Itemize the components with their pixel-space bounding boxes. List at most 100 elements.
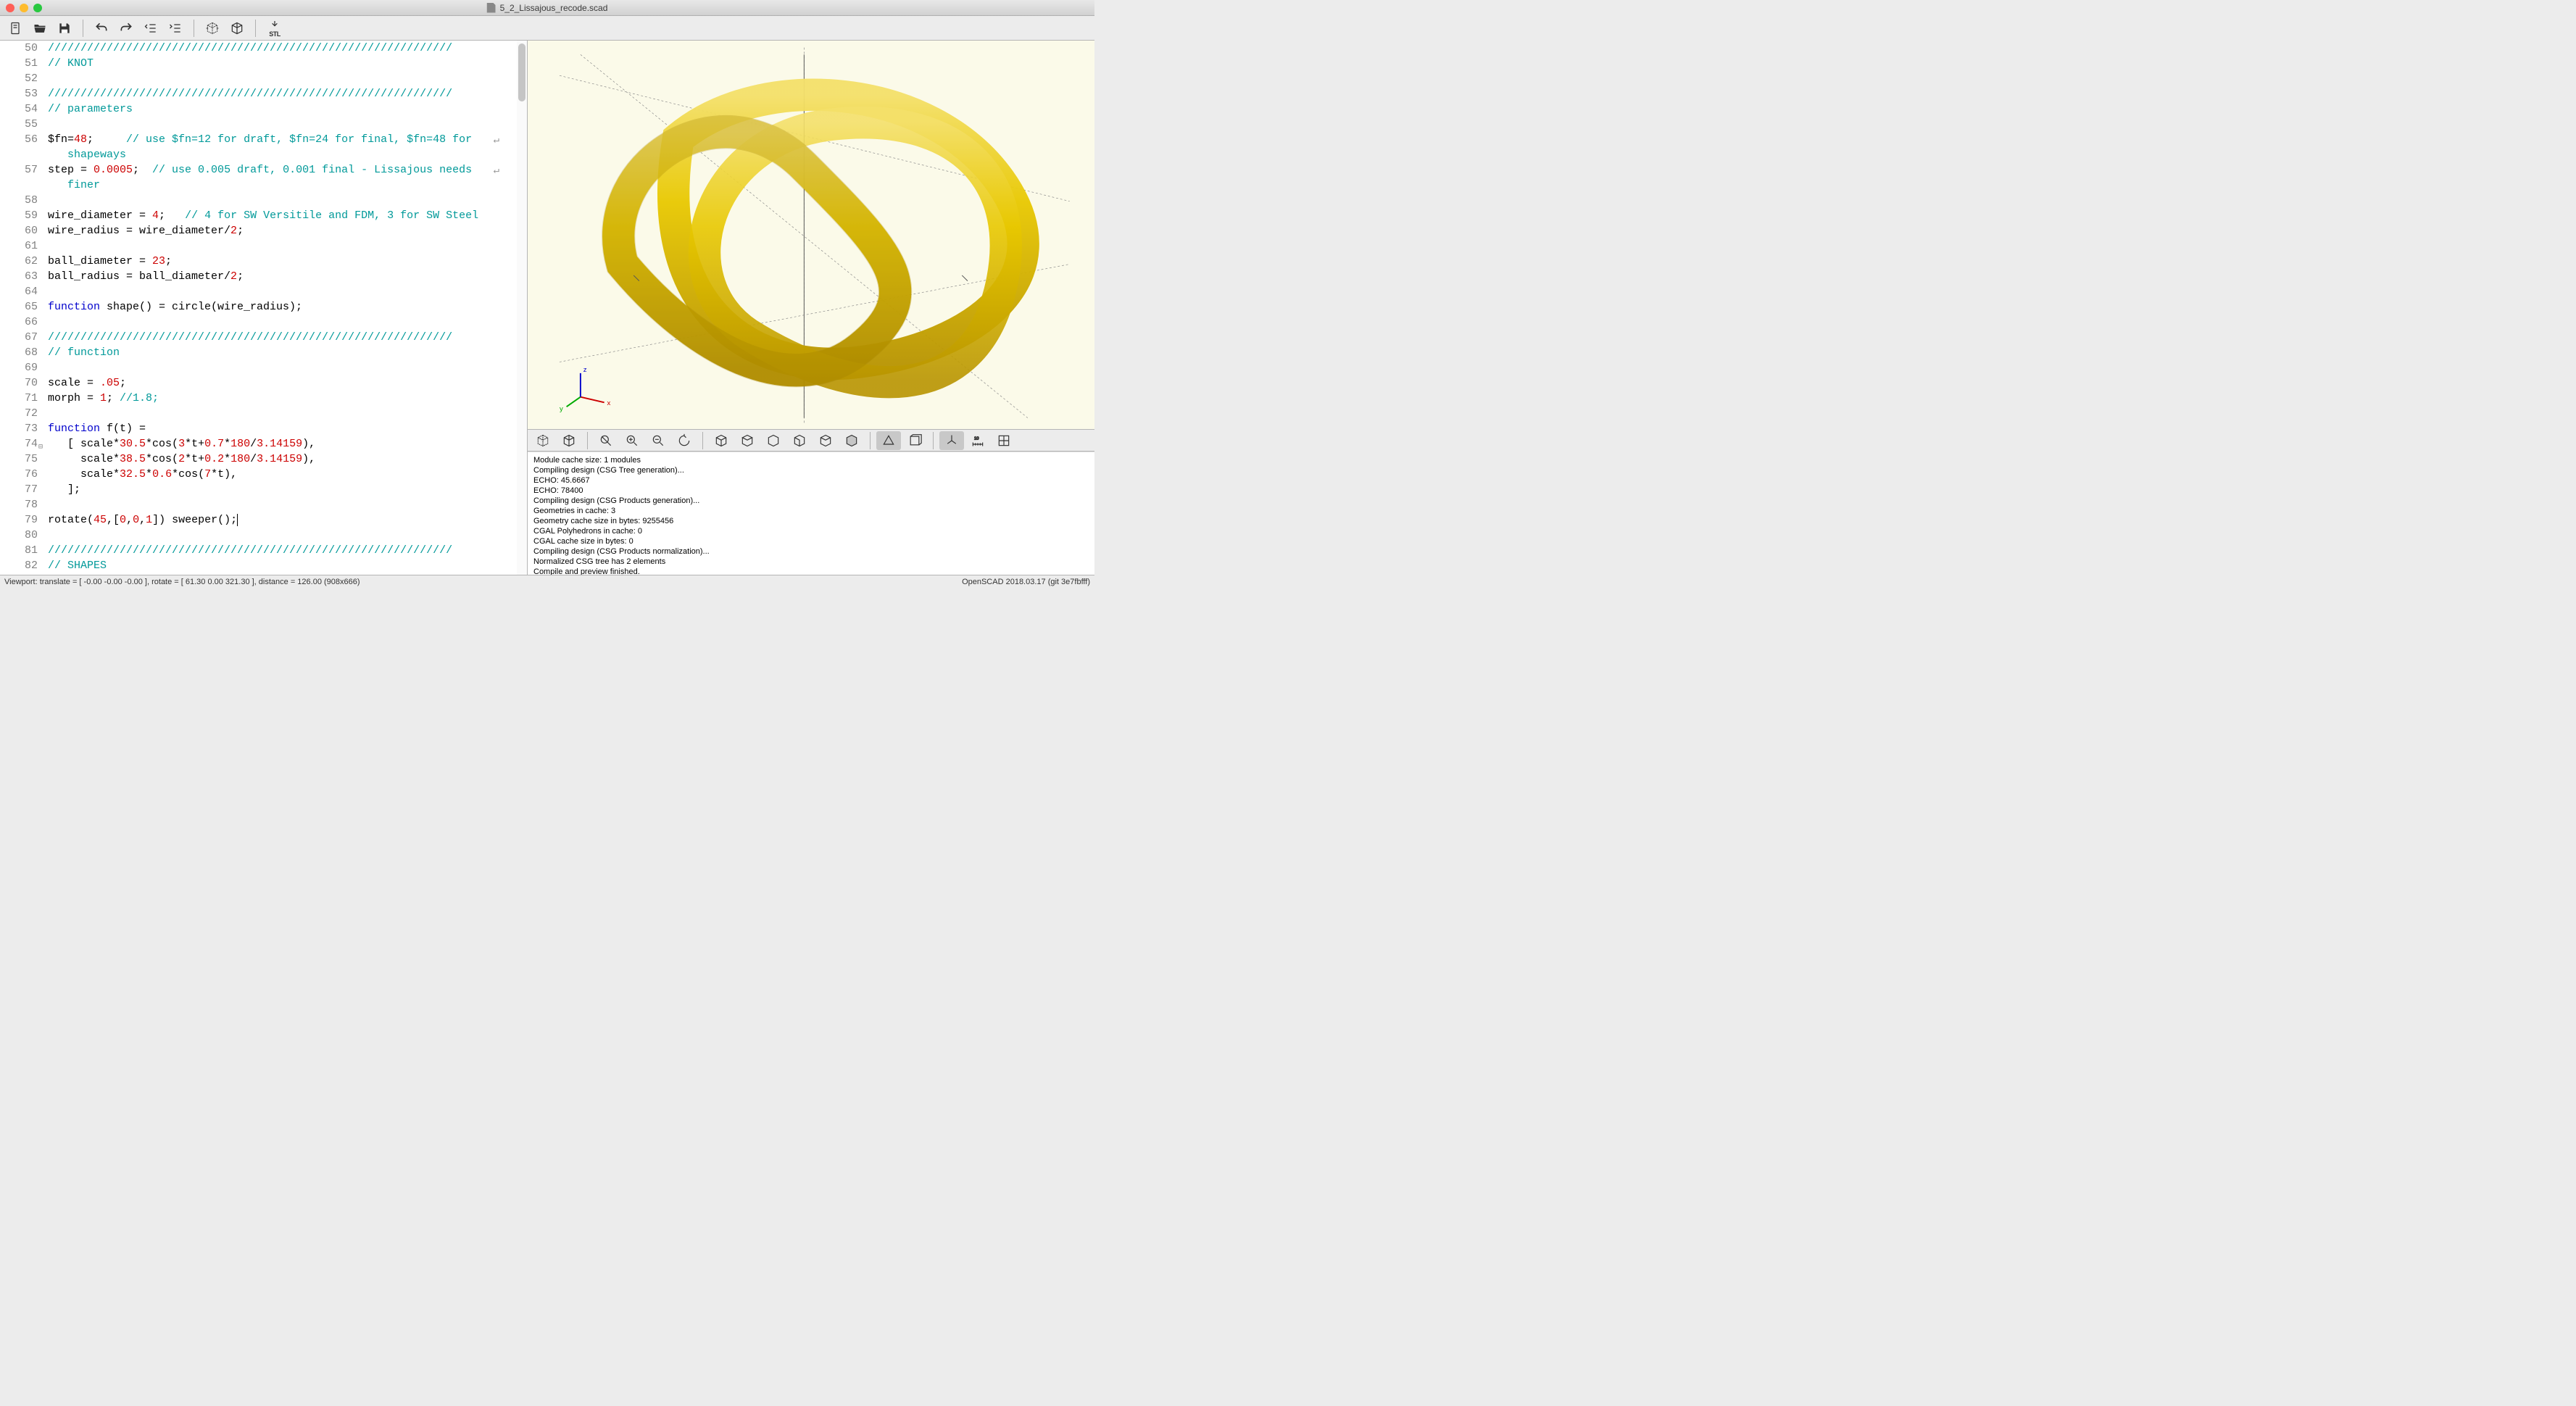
code-line[interactable]: [48, 117, 514, 132]
console-line: Compile and preview finished.: [533, 567, 1089, 575]
perspective-button[interactable]: [876, 431, 901, 450]
render-button[interactable]: [226, 19, 248, 38]
line-number: 59: [0, 208, 38, 223]
zoom-in-button[interactable]: [620, 431, 644, 450]
line-number: 51: [0, 56, 38, 71]
console-output[interactable]: Module cache size: 1 modulesCompiling de…: [528, 452, 1094, 575]
new-file-button[interactable]: [4, 19, 26, 38]
code-line[interactable]: ////////////////////////////////////////…: [48, 330, 514, 345]
code-line[interactable]: scale = .05;: [48, 375, 514, 391]
line-number: 54: [0, 101, 38, 117]
open-file-button[interactable]: [29, 19, 51, 38]
ortho-button[interactable]: [902, 431, 927, 450]
code-line[interactable]: rotate(45,[0,0,1]) sweeper();: [48, 512, 514, 528]
line-number: 65: [0, 299, 38, 315]
render-button[interactable]: [557, 431, 581, 450]
code-line[interactable]: // parameters: [48, 101, 514, 117]
code-line[interactable]: shapeways: [48, 147, 514, 162]
scale-marker-button[interactable]: 10: [965, 431, 990, 450]
axis-triad: x y z: [560, 366, 611, 413]
line-number: 53: [0, 86, 38, 101]
view-front-button[interactable]: [813, 431, 838, 450]
wrap-indicator-icon: ↵: [494, 133, 499, 149]
unindent-button[interactable]: [140, 19, 162, 38]
code-line[interactable]: [48, 315, 514, 330]
document-icon: [487, 3, 496, 13]
code-line[interactable]: ball_radius = ball_diameter/2;: [48, 269, 514, 284]
console-line: ECHO: 78400: [533, 486, 1089, 496]
crosshair-button[interactable]: [992, 431, 1016, 450]
line-number: 75: [0, 452, 38, 467]
view-right-button[interactable]: [709, 431, 734, 450]
zoom-fit-button[interactable]: [594, 431, 618, 450]
console-line: CGAL Polyhedrons in cache: 0: [533, 526, 1089, 536]
code-line[interactable]: step = 0.0005; // use 0.005 draft, 0.001…: [48, 162, 514, 178]
indent-button[interactable]: [165, 19, 186, 38]
code-line[interactable]: wire_radius = wire_diameter/2;: [48, 223, 514, 238]
undo-button[interactable]: [91, 19, 112, 38]
code-line[interactable]: ////////////////////////////////////////…: [48, 543, 514, 558]
code-line[interactable]: // SHAPES: [48, 558, 514, 573]
code-line[interactable]: [48, 193, 514, 208]
code-line[interactable]: ball_diameter = 23;: [48, 254, 514, 269]
code-line[interactable]: scale*32.5*0.6*cos(7*t),: [48, 467, 514, 482]
code-line[interactable]: [48, 497, 514, 512]
line-number: 73: [0, 421, 38, 436]
code-line[interactable]: [48, 406, 514, 421]
code-line[interactable]: [48, 238, 514, 254]
view-left-button[interactable]: [787, 431, 812, 450]
fold-toggle-icon[interactable]: ⊟: [38, 440, 43, 455]
editor-panel: 5051525354555657585960616263646566676869…: [0, 41, 528, 575]
editor-scrollbar[interactable]: [517, 41, 527, 575]
code-editor[interactable]: 5051525354555657585960616263646566676869…: [0, 41, 527, 575]
redo-button[interactable]: [115, 19, 137, 38]
line-number: 61: [0, 238, 38, 254]
code-line[interactable]: [48, 528, 514, 543]
line-number: 56: [0, 132, 38, 147]
code-line[interactable]: finer: [48, 178, 514, 193]
console-line: Geometry cache size in bytes: 9255456: [533, 516, 1089, 526]
console-line: Module cache size: 1 modules: [533, 455, 1089, 465]
code-line[interactable]: scale*38.5*cos(2*t+0.2*180/3.14159),: [48, 452, 514, 467]
code-line[interactable]: ];: [48, 482, 514, 497]
reset-view-button[interactable]: [672, 431, 697, 450]
window-title: 5_2_Lissajous_recode.scad: [487, 3, 608, 13]
code-line[interactable]: [48, 360, 514, 375]
code-line[interactable]: [ scale*30.5*cos(3*t+0.7*180/3.14159),: [48, 436, 514, 452]
code-line[interactable]: ////////////////////////////////////////…: [48, 86, 514, 101]
line-number: 76: [0, 467, 38, 482]
preview-button[interactable]: [531, 431, 555, 450]
line-number: 55: [0, 117, 38, 132]
view-top-button[interactable]: [735, 431, 760, 450]
code-line[interactable]: wire_diameter = 4; // 4 for SW Versitile…: [48, 208, 514, 223]
line-number: 58: [0, 193, 38, 208]
line-number: 80: [0, 528, 38, 543]
console-line: CGAL cache size in bytes: 0: [533, 536, 1089, 546]
svg-text:y: y: [560, 405, 563, 413]
axes-button[interactable]: [939, 431, 964, 450]
view-bottom-button[interactable]: [761, 431, 786, 450]
code-line[interactable]: [48, 284, 514, 299]
code-line[interactable]: $fn=48; // use $fn=12 for draft, $fn=24 …: [48, 132, 514, 147]
code-line[interactable]: // function: [48, 345, 514, 360]
code-line[interactable]: function f(t) =: [48, 421, 514, 436]
save-file-button[interactable]: [54, 19, 75, 38]
zoom-out-button[interactable]: [646, 431, 670, 450]
code-line[interactable]: function shape() = circle(wire_radius);: [48, 299, 514, 315]
close-window-button[interactable]: [6, 4, 14, 12]
preview-button[interactable]: [201, 19, 223, 38]
view-back-button[interactable]: [839, 431, 864, 450]
export-stl-button[interactable]: STL: [263, 19, 286, 38]
3d-viewport[interactable]: x y z: [528, 41, 1094, 430]
minimize-window-button[interactable]: [20, 4, 28, 12]
code-line[interactable]: [48, 71, 514, 86]
title-text: 5_2_Lissajous_recode.scad: [500, 3, 608, 13]
code-line[interactable]: // KNOT: [48, 56, 514, 71]
code-line[interactable]: ////////////////////////////////////////…: [48, 41, 514, 56]
zoom-window-button[interactable]: [33, 4, 42, 12]
line-number: 63: [0, 269, 38, 284]
line-number: 67: [0, 330, 38, 345]
code-line[interactable]: morph = 1; //1.8;: [48, 391, 514, 406]
line-number: 60: [0, 223, 38, 238]
line-number: 69: [0, 360, 38, 375]
